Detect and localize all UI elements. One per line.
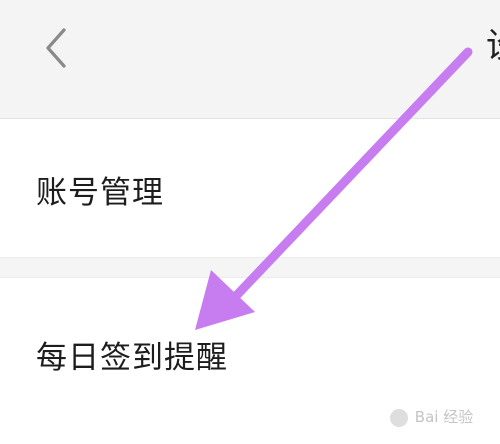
header-bar: 设 bbox=[0, 0, 500, 119]
settings-item-account-management[interactable]: 账号管理 bbox=[0, 119, 500, 257]
settings-item-label: 每日签到提醒 bbox=[36, 340, 228, 376]
settings-item-daily-checkin-reminder[interactable]: 每日签到提醒 bbox=[0, 278, 500, 444]
back-button[interactable] bbox=[36, 24, 80, 72]
settings-item-label: 账号管理 bbox=[36, 175, 164, 211]
page-title-text: 设 bbox=[486, 26, 500, 66]
chevron-left-icon bbox=[46, 28, 66, 68]
page-title: 设 bbox=[486, 22, 500, 70]
section-divider bbox=[0, 257, 500, 278]
